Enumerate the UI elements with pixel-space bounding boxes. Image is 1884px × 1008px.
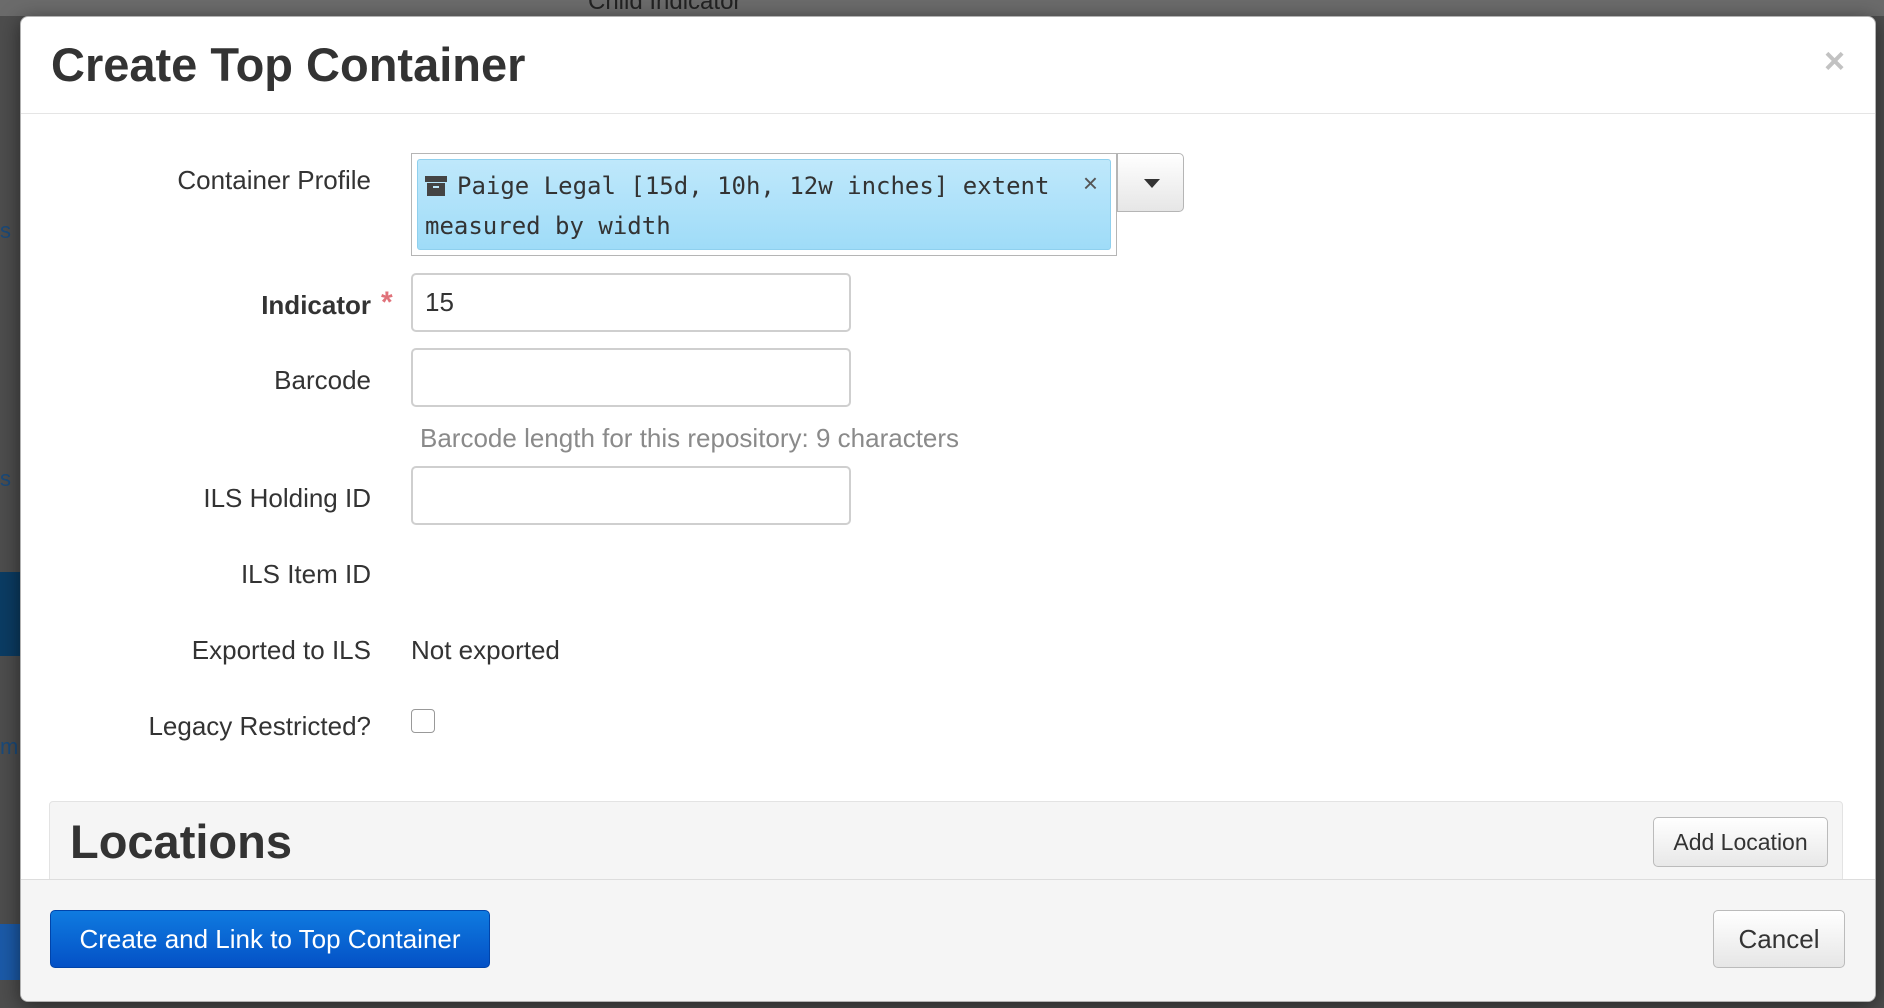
container-profile-dropdown-button[interactable] (1117, 153, 1184, 212)
container-profile-value: Paige Legal [15d, 10h, 12w inches] exten… (425, 172, 1050, 240)
modal-footer: Create and Link to Top Container Cancel (21, 879, 1875, 1001)
background-fragment: s (0, 466, 11, 491)
ils-holding-id-input[interactable] (411, 466, 851, 525)
barcode-help-text: Barcode length for this repository: 9 ch… (420, 423, 960, 453)
container-profile-select[interactable]: Paige Legal [15d, 10h, 12w inches] exten… (411, 153, 1117, 256)
create-and-link-button[interactable]: Create and Link to Top Container (50, 910, 490, 968)
modal-title: Create Top Container (51, 38, 526, 91)
exported-to-ils-value: Not exported (411, 635, 560, 665)
ils-holding-id-label: ILS Holding ID (203, 483, 371, 513)
close-icon[interactable]: × (1824, 43, 1845, 79)
locations-title: Locations (70, 815, 292, 868)
background-fragment: s (0, 218, 11, 243)
barcode-label: Barcode (274, 365, 371, 395)
barcode-input[interactable] (411, 348, 851, 407)
required-star-icon: * (381, 286, 393, 319)
container-profile-token: Paige Legal [15d, 10h, 12w inches] exten… (417, 159, 1111, 250)
background-header (0, 0, 1884, 16)
indicator-label: Indicator (261, 290, 371, 320)
caret-down-icon (1144, 179, 1160, 188)
cancel-button[interactable]: Cancel (1713, 910, 1845, 968)
container-profile-label: Container Profile (177, 165, 371, 195)
remove-token-icon[interactable]: × (1083, 168, 1098, 199)
archive-box-icon (425, 176, 447, 196)
background-blue-button (0, 924, 20, 980)
legacy-restricted-label: Legacy Restricted? (148, 711, 371, 741)
add-location-button[interactable]: Add Location (1653, 817, 1828, 867)
ils-item-id-label: ILS Item ID (240, 559, 371, 589)
create-top-container-modal: Create Top Container × Container Profile… (20, 16, 1876, 1002)
background-column-header: Child Indicator (588, 0, 742, 15)
background-blue-panel (0, 572, 20, 656)
legacy-restricted-checkbox[interactable] (411, 709, 435, 733)
background-fragment: m (0, 734, 19, 759)
modal-header: Create Top Container × (21, 17, 1875, 114)
indicator-input[interactable] (411, 273, 851, 332)
exported-to-ils-label: Exported to ILS (191, 635, 371, 665)
